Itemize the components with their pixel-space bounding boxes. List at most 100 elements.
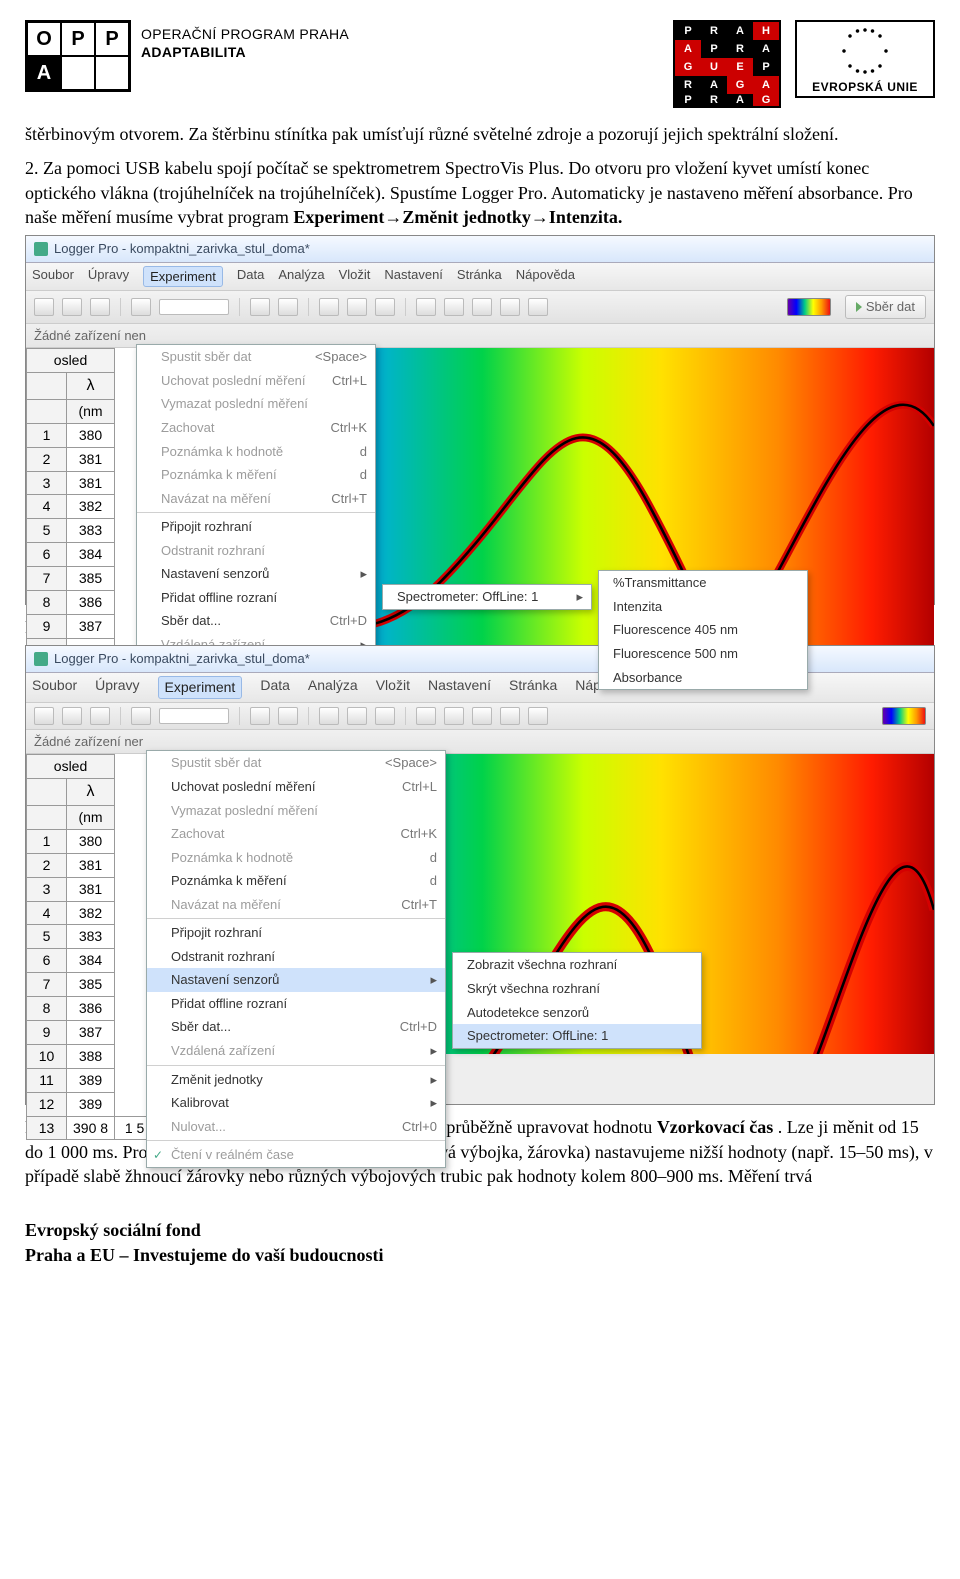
menu-item-label: Spectrometer: OffLine: 1 xyxy=(467,1027,608,1045)
menu-item[interactable]: Spectrometer: OffLine: 1 xyxy=(453,1024,701,1048)
menu-item[interactable]: Připojit rozhraní xyxy=(137,515,375,539)
tb-regress-icon[interactable] xyxy=(500,298,520,316)
toolbar-separator xyxy=(120,707,121,725)
chevron-right-icon: ▸ xyxy=(552,588,583,606)
menu-soubor[interactable]: Soubor xyxy=(32,266,74,288)
menu-item[interactable]: Absorbance xyxy=(599,666,807,690)
zmenit-jednotky-submenu-1: Spectrometer: OffLine: 1 ▸ xyxy=(382,584,592,610)
tb-fit-icon[interactable] xyxy=(319,298,339,316)
tb-zoomout-icon[interactable] xyxy=(375,298,395,316)
tb-curvefit-icon[interactable] xyxy=(528,707,548,725)
menu-item[interactable]: Poznámka k měřeníd xyxy=(147,869,445,893)
tb-zoom-icon[interactable] xyxy=(347,298,367,316)
menu-item: Vzdálená zařízení▸ xyxy=(147,1039,445,1063)
table-header-lambda: λ xyxy=(67,373,115,400)
tb-open-icon[interactable] xyxy=(62,707,82,725)
menu-data[interactable]: Data xyxy=(237,266,264,288)
menu-item[interactable]: Změnit jednotky▸ xyxy=(147,1068,445,1092)
row-number: 2 xyxy=(27,853,67,877)
tb-curvefit-icon[interactable] xyxy=(528,298,548,316)
menu-item-label: Zobrazit všechna rozhraní xyxy=(467,956,617,974)
tb-spectrum-icon[interactable] xyxy=(882,707,926,725)
menu-shortcut: d xyxy=(336,443,367,461)
menu-item[interactable]: Sběr dat...Ctrl+D xyxy=(147,1015,445,1039)
menu-stranka[interactable]: Stránka xyxy=(457,266,502,288)
oppa-line1: OPERAČNÍ PROGRAM PRAHA xyxy=(141,26,349,44)
menu-item[interactable]: Fluorescence 500 nm xyxy=(599,642,807,666)
table-header xyxy=(27,805,67,829)
tb-regress-icon[interactable] xyxy=(500,707,520,725)
row-number: 3 xyxy=(27,877,67,901)
tb-zoom-icon[interactable] xyxy=(347,707,367,725)
menu-data[interactable]: Data xyxy=(260,676,290,699)
wavelength-cell: 382 xyxy=(67,495,115,519)
tb-zoomout-icon[interactable] xyxy=(375,707,395,725)
menu-napoveda[interactable]: Nápověda xyxy=(516,266,575,288)
tb-pagenav[interactable] xyxy=(159,708,229,724)
menu-stranka[interactable]: Stránka xyxy=(509,676,557,699)
tb-print-icon[interactable] xyxy=(131,707,151,725)
menu-analyza[interactable]: Analýza xyxy=(308,676,358,699)
menu-item[interactable]: Připojit rozhraní xyxy=(147,921,445,945)
wavelength-cell: 385 xyxy=(67,973,115,997)
table-row: 8386 xyxy=(27,997,155,1021)
menu-item[interactable]: Nastavení senzorů▸ xyxy=(137,562,375,586)
menu-nastaveni[interactable]: Nastavení xyxy=(384,266,443,288)
tb-fit-icon[interactable] xyxy=(319,707,339,725)
menu-item[interactable]: Autodetekce senzorů xyxy=(453,1001,701,1025)
tb-spectrum-icon[interactable] xyxy=(787,298,831,316)
document-header: O P P A OPERAČNÍ PROGRAM PRAHA ADAPTABIL… xyxy=(25,20,935,108)
nastaveni-senzoru-submenu: Zobrazit všechna rozhraní Skrýt všechna r… xyxy=(452,952,702,1048)
wavelength-cell: 387 xyxy=(67,1020,115,1044)
menu-item[interactable]: Odstranit rozhraní xyxy=(147,945,445,969)
tb-xcol-icon[interactable] xyxy=(416,298,436,316)
sber-dat-button[interactable]: Sběr dat xyxy=(845,295,926,319)
menu-item[interactable]: %Transmittance xyxy=(599,571,807,595)
row-number: 5 xyxy=(27,519,67,543)
menu-item[interactable]: Nastavení senzorů▸ xyxy=(147,968,445,992)
eu-stars-icon xyxy=(840,26,890,76)
menu-item[interactable]: Přidat offline rozraní xyxy=(147,992,445,1016)
menu-upravy[interactable]: Úpravy xyxy=(88,266,129,288)
menu-upravy[interactable]: Úpravy xyxy=(95,676,139,699)
menu-item[interactable]: Zobrazit všechna rozhraní xyxy=(453,953,701,977)
menu-item-label: Uchovat poslední měření xyxy=(161,372,306,390)
menu-experiment[interactable]: Experiment xyxy=(143,266,223,288)
menu-item[interactable]: Skrýt všechna rozhraní xyxy=(453,977,701,1001)
tb-slope-icon[interactable] xyxy=(444,298,464,316)
menu-item-label: Spectrometer: OffLine: 1 xyxy=(397,588,538,606)
tb-xcol-icon[interactable] xyxy=(416,707,436,725)
tb-new-icon[interactable] xyxy=(34,298,54,316)
units-submenu: %TransmittanceIntenzitaFluorescence 405 … xyxy=(598,570,808,690)
tb-print-icon[interactable] xyxy=(131,298,151,316)
menu-item[interactable]: Uchovat poslední měřeníCtrl+L xyxy=(147,775,445,799)
menu-item[interactable]: Kalibrovat▸ xyxy=(147,1091,445,1115)
tb-stats-icon[interactable] xyxy=(472,707,492,725)
menu-item[interactable]: Fluorescence 405 nm xyxy=(599,618,807,642)
tb-graph-icon[interactable] xyxy=(278,707,298,725)
menu-item[interactable]: Intenzita xyxy=(599,595,807,619)
menu-experiment[interactable]: Experiment xyxy=(158,676,243,699)
tb-slope-icon[interactable] xyxy=(444,707,464,725)
menu-item: Spustit sběr dat<Space> xyxy=(137,345,375,369)
tb-new-icon[interactable] xyxy=(34,707,54,725)
tb-pagenav[interactable] xyxy=(159,299,229,315)
tb-table-icon[interactable] xyxy=(250,707,270,725)
tb-save-icon[interactable] xyxy=(90,707,110,725)
chevron-right-icon: ▸ xyxy=(336,565,367,583)
menu-vlozit[interactable]: Vložit xyxy=(376,676,410,699)
menu-item[interactable]: Sběr dat...Ctrl+D xyxy=(137,609,375,633)
menu-vlozit[interactable]: Vložit xyxy=(339,266,371,288)
menu-soubor[interactable]: Soubor xyxy=(32,676,77,699)
tb-save-icon[interactable] xyxy=(90,298,110,316)
submenu-spectrometer[interactable]: Spectrometer: OffLine: 1 ▸ xyxy=(383,585,591,609)
menu-item[interactable]: Přidat offline rozraní xyxy=(137,586,375,610)
menu-analyza[interactable]: Analýza xyxy=(278,266,324,288)
tb-stats-icon[interactable] xyxy=(472,298,492,316)
menu-nastaveni[interactable]: Nastavení xyxy=(428,676,491,699)
table-header xyxy=(27,399,67,423)
tb-table-icon[interactable] xyxy=(250,298,270,316)
tb-open-icon[interactable] xyxy=(62,298,82,316)
tb-graph-icon[interactable] xyxy=(278,298,298,316)
menu-item-label: Autodetekce senzorů xyxy=(467,1004,589,1022)
